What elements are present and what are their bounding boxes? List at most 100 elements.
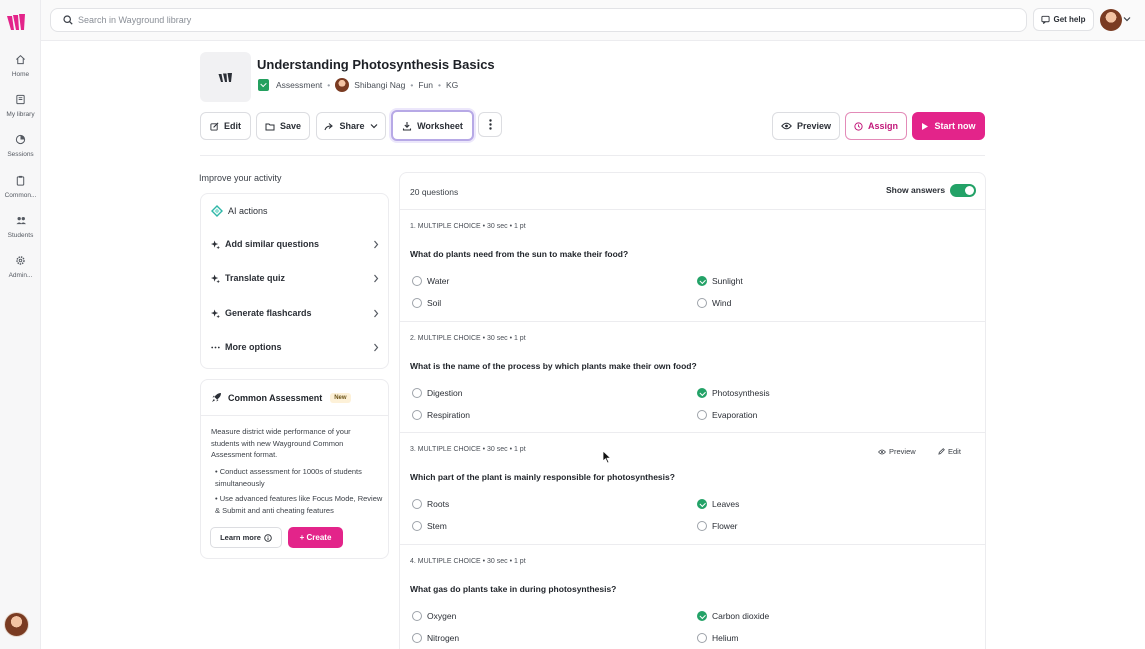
wayground-logo-icon[interactable]: [6, 12, 28, 32]
sidebar-item-sessions[interactable]: Sessions: [0, 134, 41, 158]
learn-more-button[interactable]: Learn more: [210, 527, 282, 548]
separator-dot: •: [437, 80, 441, 90]
quiz-author[interactable]: Shibangi Nag: [354, 80, 405, 90]
page-title: Understanding Photosynthesis Basics: [257, 57, 495, 72]
more-actions-button[interactable]: [478, 112, 502, 137]
chevron-right-icon: [374, 274, 379, 282]
save-button[interactable]: Save: [256, 112, 310, 140]
answer-option[interactable]: Digestion: [412, 388, 462, 398]
answer-option-label: Nitrogen: [427, 633, 460, 643]
students-icon: [15, 217, 26, 225]
answer-option[interactable]: Water: [412, 276, 449, 286]
generate-flashcards-item[interactable]: Generate flashcards: [211, 305, 379, 321]
ai-item-label: Translate quiz: [225, 273, 286, 283]
question-card[interactable]: 4. MULTIPLE CHOICE • 30 sec • 1 pt What g…: [400, 544, 985, 649]
chevron-down-icon[interactable]: [1123, 16, 1131, 22]
sessions-icon: [15, 134, 26, 145]
radio-icon: [412, 521, 422, 531]
sidebar-item-home[interactable]: Home: [0, 54, 41, 78]
assign-button[interactable]: Assign: [845, 112, 907, 140]
answer-option[interactable]: Oxygen: [412, 611, 456, 621]
question-text: What is the name of the process by which…: [410, 361, 697, 371]
answer-option-label: Respiration: [427, 410, 470, 420]
sidebar-item-admin[interactable]: Admin...: [0, 255, 41, 279]
start-now-label: Start now: [934, 121, 976, 131]
translate-quiz-item[interactable]: Translate quiz: [211, 270, 379, 286]
question-edit-button[interactable]: Edit: [938, 447, 961, 456]
question-text: What gas do plants take in during photos…: [410, 584, 617, 594]
edit-label: Edit: [224, 121, 241, 131]
more-vertical-icon: [488, 119, 492, 130]
answer-option[interactable]: Respiration: [412, 410, 470, 420]
answer-option[interactable]: Carbon dioxide: [697, 611, 769, 621]
search-input[interactable]: [78, 12, 978, 28]
answer-option[interactable]: Roots: [412, 499, 449, 509]
sidebar-item-my-library[interactable]: My library: [0, 94, 41, 118]
sidebar-item-common[interactable]: Common...: [0, 175, 41, 199]
library-icon: [16, 94, 25, 105]
more-options-item[interactable]: More options: [211, 339, 379, 355]
preview-label: Preview: [796, 121, 832, 131]
share-button[interactable]: Share: [316, 112, 386, 140]
folder-icon: [265, 123, 275, 130]
question-edit-label: Edit: [948, 447, 961, 456]
answer-option-label: Digestion: [427, 388, 463, 398]
profile-avatar[interactable]: [1100, 9, 1122, 31]
user-avatar[interactable]: [4, 612, 29, 637]
get-help-button[interactable]: Get help: [1033, 8, 1094, 31]
answer-option-label: Flower: [712, 521, 738, 531]
create-button[interactable]: + Create: [288, 527, 343, 548]
search-box[interactable]: [50, 8, 1027, 32]
correct-check-icon: [697, 276, 707, 286]
answer-option[interactable]: Flower: [697, 521, 738, 531]
ai-item-label: Generate flashcards: [225, 308, 312, 318]
search-icon: [63, 15, 73, 25]
answer-option[interactable]: Evaporation: [697, 410, 757, 420]
question-preview-button[interactable]: Preview: [878, 447, 916, 456]
sidebar-item-students[interactable]: Students: [0, 215, 41, 239]
answer-option[interactable]: Stem: [412, 521, 447, 531]
answer-option-label: Carbon dioxide: [712, 611, 770, 621]
radio-icon: [697, 410, 707, 420]
share-icon: [324, 122, 334, 130]
eye-icon: [878, 449, 886, 454]
question-card[interactable]: 1. MULTIPLE CHOICE • 30 sec • 1 pt What d…: [400, 209, 985, 321]
answer-option[interactable]: Soil: [412, 298, 441, 308]
pencil-icon: [938, 448, 945, 455]
sparkle-icon: [211, 239, 220, 249]
answer-option[interactable]: Nitrogen: [412, 633, 459, 643]
show-answers-toggle[interactable]: [950, 184, 976, 197]
question-card[interactable]: 3. MULTIPLE CHOICE • 30 sec • 1 pt Which …: [400, 432, 985, 544]
answer-option[interactable]: Leaves: [697, 499, 739, 509]
chat-help-icon: [1041, 15, 1051, 24]
radio-icon: [697, 521, 707, 531]
quiz-meta: Assessment • Shibangi Nag • Fun • KG: [258, 78, 458, 92]
common-assessment-title: Common Assessment: [228, 392, 323, 403]
sidebar: Home My library Sessions Common... Stude…: [0, 0, 41, 649]
quiz-type: Assessment: [276, 80, 323, 90]
answer-option[interactable]: Helium: [697, 633, 738, 643]
answer-option[interactable]: Sunlight: [697, 276, 743, 286]
sparkle-icon: [211, 273, 220, 283]
radio-icon: [412, 276, 422, 286]
common-assessment-bullet: • Use advanced features like Focus Mode,…: [215, 494, 383, 515]
divider: [200, 155, 985, 156]
ai-item-label: More options: [225, 342, 282, 352]
add-similar-questions-item[interactable]: Add similar questions: [211, 236, 379, 252]
sidebar-item-label: Students: [7, 232, 34, 239]
question-card[interactable]: 2. MULTIPLE CHOICE • 30 sec • 1 pt What i…: [400, 321, 985, 433]
preview-button[interactable]: Preview: [772, 112, 840, 140]
correct-check-icon: [697, 388, 707, 398]
answer-option[interactable]: Wind: [697, 298, 731, 308]
edit-button[interactable]: Edit: [200, 112, 251, 140]
clock-icon: [854, 121, 863, 131]
answer-option-label: Water: [427, 276, 450, 286]
start-now-button[interactable]: Start now: [912, 112, 985, 140]
worksheet-button[interactable]: Worksheet: [391, 110, 474, 141]
answer-option[interactable]: Photosynthesis: [697, 388, 770, 398]
sidebar-item-label: Home: [11, 71, 30, 78]
separator-dot: •: [327, 80, 331, 90]
answer-option-label: Sunlight: [712, 276, 743, 286]
clipboard-icon: [16, 175, 25, 186]
chevron-right-icon: [374, 343, 379, 351]
